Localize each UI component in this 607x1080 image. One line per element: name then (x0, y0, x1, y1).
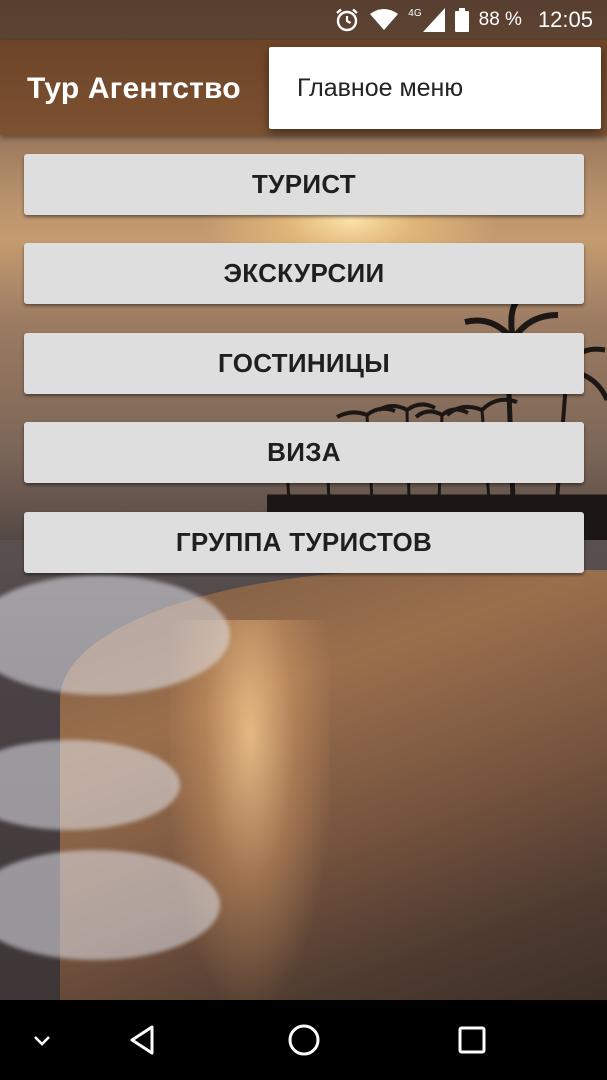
signal-icon: 4G (408, 7, 445, 32)
app-title: Тур Агентство (27, 72, 241, 105)
menu-item-main-menu[interactable]: Главное меню (297, 74, 463, 103)
back-triangle-icon[interactable] (121, 1018, 165, 1062)
status-bar: 4G 88 % 12:05 (0, 0, 607, 40)
tourist-group-button[interactable]: ГРУППА ТУРИСТОВ (24, 512, 584, 573)
background-beach-image (0, 0, 607, 1000)
battery-icon (454, 8, 469, 32)
hotels-button[interactable]: ГОСТИНИЦЫ (24, 333, 584, 394)
sun-reflection (170, 620, 330, 1000)
battery-percent: 88 % (478, 9, 522, 30)
overflow-menu-popup: Главное меню (269, 47, 601, 129)
alarm-icon (334, 7, 360, 33)
network-type-label: 4G (408, 7, 422, 19)
navigation-bar (0, 1000, 607, 1080)
excursions-button[interactable]: ЭКСКУРСИИ (24, 243, 584, 304)
recents-square-icon[interactable] (450, 1018, 494, 1062)
wifi-icon (370, 9, 399, 31)
hide-keyboard-chevron-icon[interactable] (20, 1018, 64, 1062)
visa-button[interactable]: ВИЗА (24, 422, 584, 483)
home-circle-icon[interactable] (282, 1018, 326, 1062)
clock: 12:05 (537, 7, 593, 32)
tourist-button[interactable]: ТУРИСТ (24, 154, 584, 215)
